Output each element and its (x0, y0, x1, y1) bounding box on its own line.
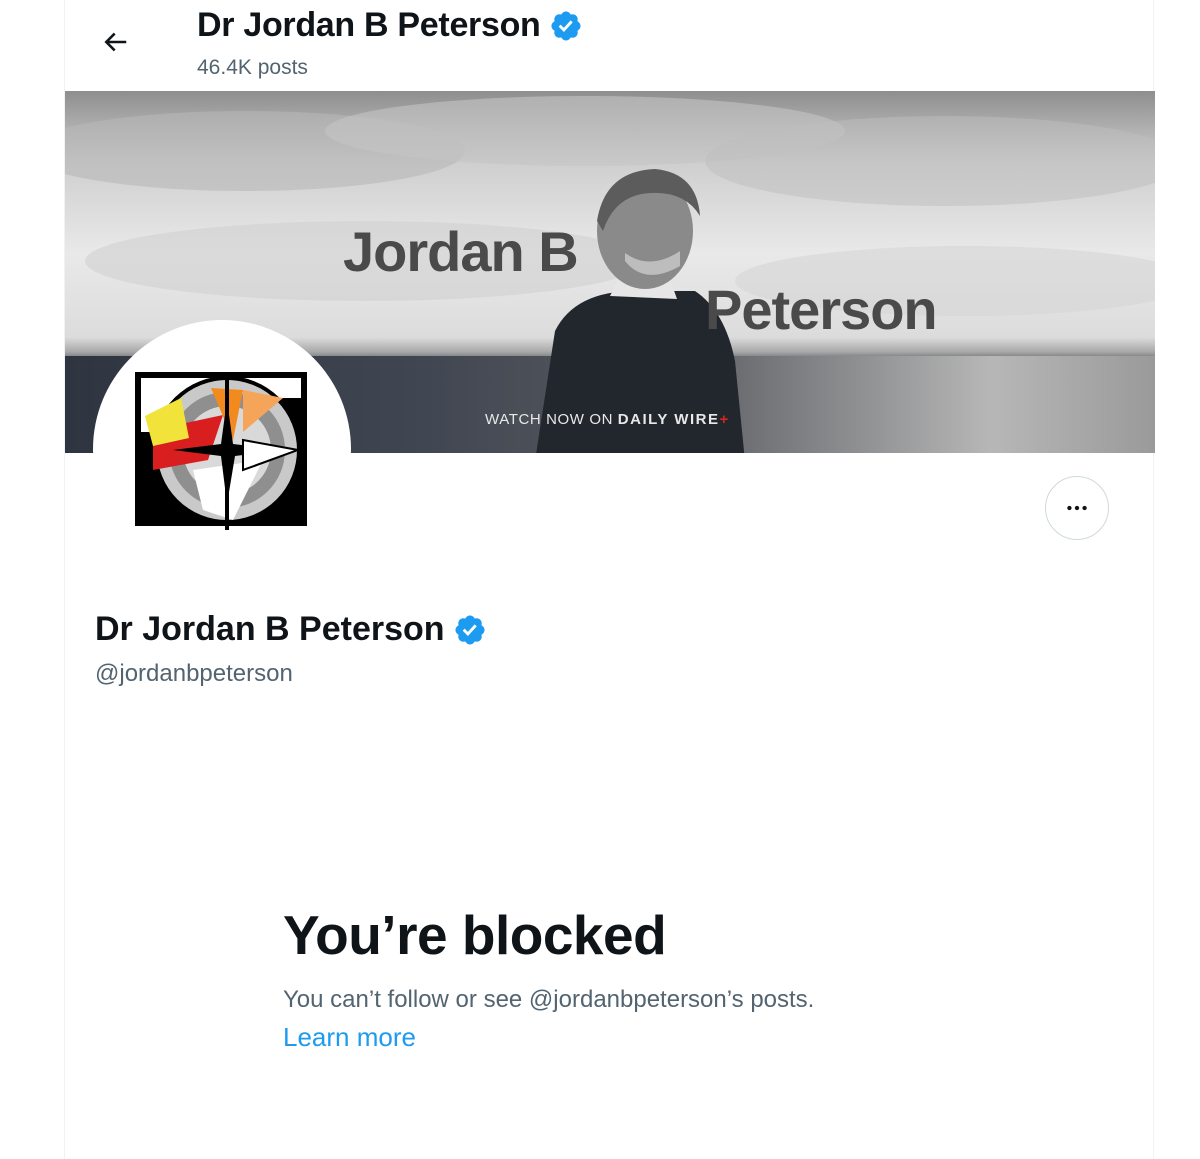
blocked-description: You can’t follow or see @jordanbpeterson… (283, 986, 815, 1013)
avatar-logo (135, 372, 307, 530)
banner-title-line2: Peterson (705, 278, 938, 341)
post-count: 46.4K posts (197, 56, 308, 79)
banner-watch-now: WATCH NOW ON DAILY WIRE+ (485, 411, 729, 428)
profile-name-text: Dr Jordan B Peterson (95, 610, 445, 648)
profile-header: Dr Jordan B Peterson 46.4K posts (65, 0, 1153, 90)
learn-more-link[interactable]: Learn more (283, 1022, 416, 1053)
profile-name: Dr Jordan B Peterson (95, 610, 487, 649)
verified-badge-icon (453, 613, 487, 647)
header-name-text: Dr Jordan B Peterson (197, 6, 541, 44)
profile-column: Dr Jordan B Peterson 46.4K posts Jordan … (64, 0, 1155, 1159)
avatar[interactable] (93, 320, 351, 578)
more-horizontal-icon (1067, 505, 1087, 511)
arrow-left-icon (104, 32, 127, 52)
banner-watch-brand: DAILY WIRE (617, 411, 720, 428)
banner-watch-prefix: WATCH NOW ON (485, 411, 618, 428)
banner-watch-plus: + (719, 411, 729, 428)
more-options-button[interactable] (1045, 476, 1109, 540)
blocked-title: You’re blocked (283, 904, 667, 966)
header-title: Dr Jordan B Peterson (197, 6, 583, 45)
back-button[interactable] (87, 14, 143, 70)
profile-handle: @jordanbpeterson (95, 660, 293, 687)
verified-badge-icon (549, 9, 583, 43)
